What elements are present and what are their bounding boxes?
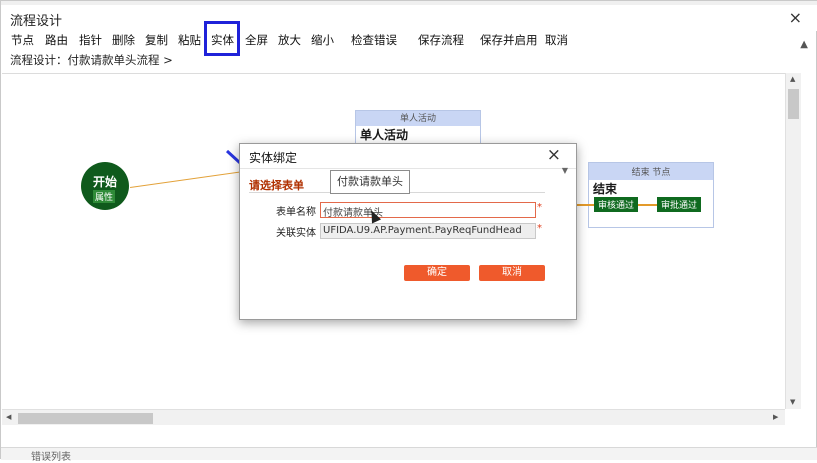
toolbar-save-flow[interactable]: 保存流程 — [418, 32, 464, 48]
toolbar-delete[interactable]: 删除 — [112, 32, 135, 48]
required-mark-2: * — [537, 223, 542, 234]
error-list-label[interactable]: 错误列表 — [31, 448, 71, 463]
close-icon[interactable]: × — [789, 8, 802, 27]
scroll-right-icon[interactable]: ▶ — [773, 413, 778, 421]
toolbar-node[interactable]: 节点 — [11, 32, 34, 48]
toolbar-check-errors[interactable]: 检查错误 — [351, 32, 397, 48]
entity-highlight-box — [204, 21, 240, 56]
horizontal-scrollbar[interactable]: ◀ ▶ — [2, 409, 785, 425]
flow-design-window: 流程设计 × 节点 路由 指针 删除 复制 粘贴 实体 全屏 放大 缩小 检查错… — [0, 0, 817, 463]
start-node-label: 开始 — [92, 175, 117, 189]
entity-field[interactable]: UFIDA.U9.AP.Payment.PayReqFundHead — [320, 223, 536, 239]
status-strip: 错误列表 — [1, 447, 817, 463]
window-title: 流程设计 — [10, 14, 63, 29]
horizontal-scroll-thumb[interactable] — [18, 413, 153, 424]
form-name-label: 表单名称 — [276, 207, 316, 218]
toolbar-copy[interactable]: 复制 — [145, 32, 168, 48]
vertical-scrollbar[interactable]: ▲ ▼ — [785, 73, 801, 409]
toolbar-save-enable[interactable]: 保存并启用 — [480, 32, 538, 48]
dropdown-icon[interactable]: ▼ — [562, 166, 568, 175]
entity-label: 关联实体 — [276, 228, 316, 239]
toolbar-paste[interactable]: 粘贴 — [178, 32, 201, 48]
breadcrumb: 流程设计：付款请款单头流程 > — [10, 53, 173, 67]
scroll-up-icon[interactable]: ▲ — [790, 75, 795, 83]
toolbar-zoom-in[interactable]: 放大 — [278, 32, 301, 48]
ok-button[interactable]: 确定 — [404, 265, 470, 281]
form-name-field[interactable]: 付款请款单头 — [320, 202, 536, 219]
toolbar-pointer[interactable]: 指针 — [79, 32, 102, 48]
toolbar-route[interactable]: 路由 — [45, 32, 68, 48]
entity-binding-dialog: 实体绑定 × 请选择表单 ▼ 付款请款单头 表单名称 付款请款单头 * 关联实体… — [239, 143, 577, 320]
required-mark: * — [537, 202, 542, 213]
scroll-down-icon[interactable]: ▼ — [790, 398, 795, 406]
toolbar: 节点 路由 指针 删除 复制 粘贴 实体 全屏 放大 缩小 检查错误 保存流程 … — [1, 31, 817, 49]
start-node[interactable]: 开始 属性 — [81, 162, 129, 210]
scroll-left-icon[interactable]: ◀ — [6, 413, 11, 421]
dialog-close-icon[interactable]: × — [547, 145, 561, 165]
end-node-title: 结束 — [593, 182, 618, 196]
end-node[interactable]: 结束 节点 结束 审核通过 审批通过 — [577, 162, 714, 228]
dialog-separator — [240, 168, 576, 169]
toolbar-zoom-out[interactable]: 缩小 — [311, 32, 334, 48]
collapse-icon[interactable]: ▲ — [800, 39, 808, 50]
toolbar-cancel[interactable]: 取消 — [545, 32, 568, 48]
start-node-attr[interactable]: 属性 — [93, 190, 116, 203]
dialog-title: 实体绑定 — [249, 151, 298, 165]
end-button-pass[interactable]: 审批通过 — [657, 197, 702, 212]
cancel-button[interactable]: 取消 — [479, 265, 545, 281]
end-node-header: 结束 节点 — [589, 163, 713, 180]
end-button-approve[interactable]: 审核通过 — [594, 197, 639, 212]
activity-node-header: 单人活动 — [356, 111, 480, 126]
toolbar-fullscreen[interactable]: 全屏 — [245, 32, 268, 48]
form-name-tooltip: 付款请款单头 — [330, 170, 410, 194]
vertical-scroll-thumb[interactable] — [788, 89, 799, 119]
activity-node-title: 单人活动 — [360, 128, 409, 142]
title-bar: 流程设计 × — [1, 5, 817, 31]
dialog-section-label: 请选择表单 — [249, 179, 304, 192]
